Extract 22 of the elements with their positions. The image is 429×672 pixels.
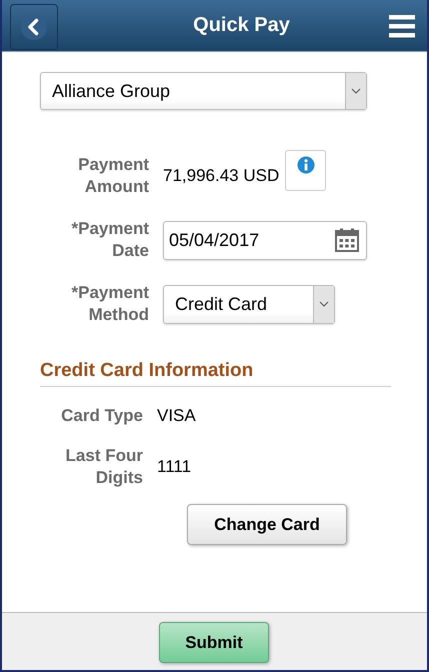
- payment-amount: 71,996.43 USD: [163, 166, 280, 186]
- info-button[interactable]: [285, 150, 326, 191]
- field-label: *Payment Method: [70, 282, 149, 326]
- date-field[interactable]: 05/04/2017: [163, 220, 367, 260]
- field-label: Last Four Digits: [64, 445, 143, 489]
- submit-button[interactable]: Submit: [159, 622, 269, 663]
- calendar-icon: [335, 228, 359, 252]
- caret-icon: [319, 301, 329, 307]
- payment-method-dropdown[interactable]: Credit Card: [163, 284, 335, 324]
- caret-icon: [351, 88, 361, 94]
- field-label: *Payment Date: [70, 218, 149, 262]
- field-label: Payment Amount: [77, 154, 149, 198]
- field-value: VISA: [157, 406, 196, 426]
- field-value: 1111: [157, 457, 192, 477]
- section-heading: Credit Card Information: [40, 360, 391, 387]
- page-title: Quick Pay: [193, 14, 290, 37]
- menu-icon[interactable]: [389, 14, 415, 38]
- back-button[interactable]: [10, 4, 58, 50]
- company-dropdown[interactable]: Alliance Group: [40, 72, 367, 110]
- info-icon: [296, 156, 315, 174]
- field-label: Card Type: [60, 405, 143, 427]
- change-card-button[interactable]: Change Card: [187, 504, 347, 545]
